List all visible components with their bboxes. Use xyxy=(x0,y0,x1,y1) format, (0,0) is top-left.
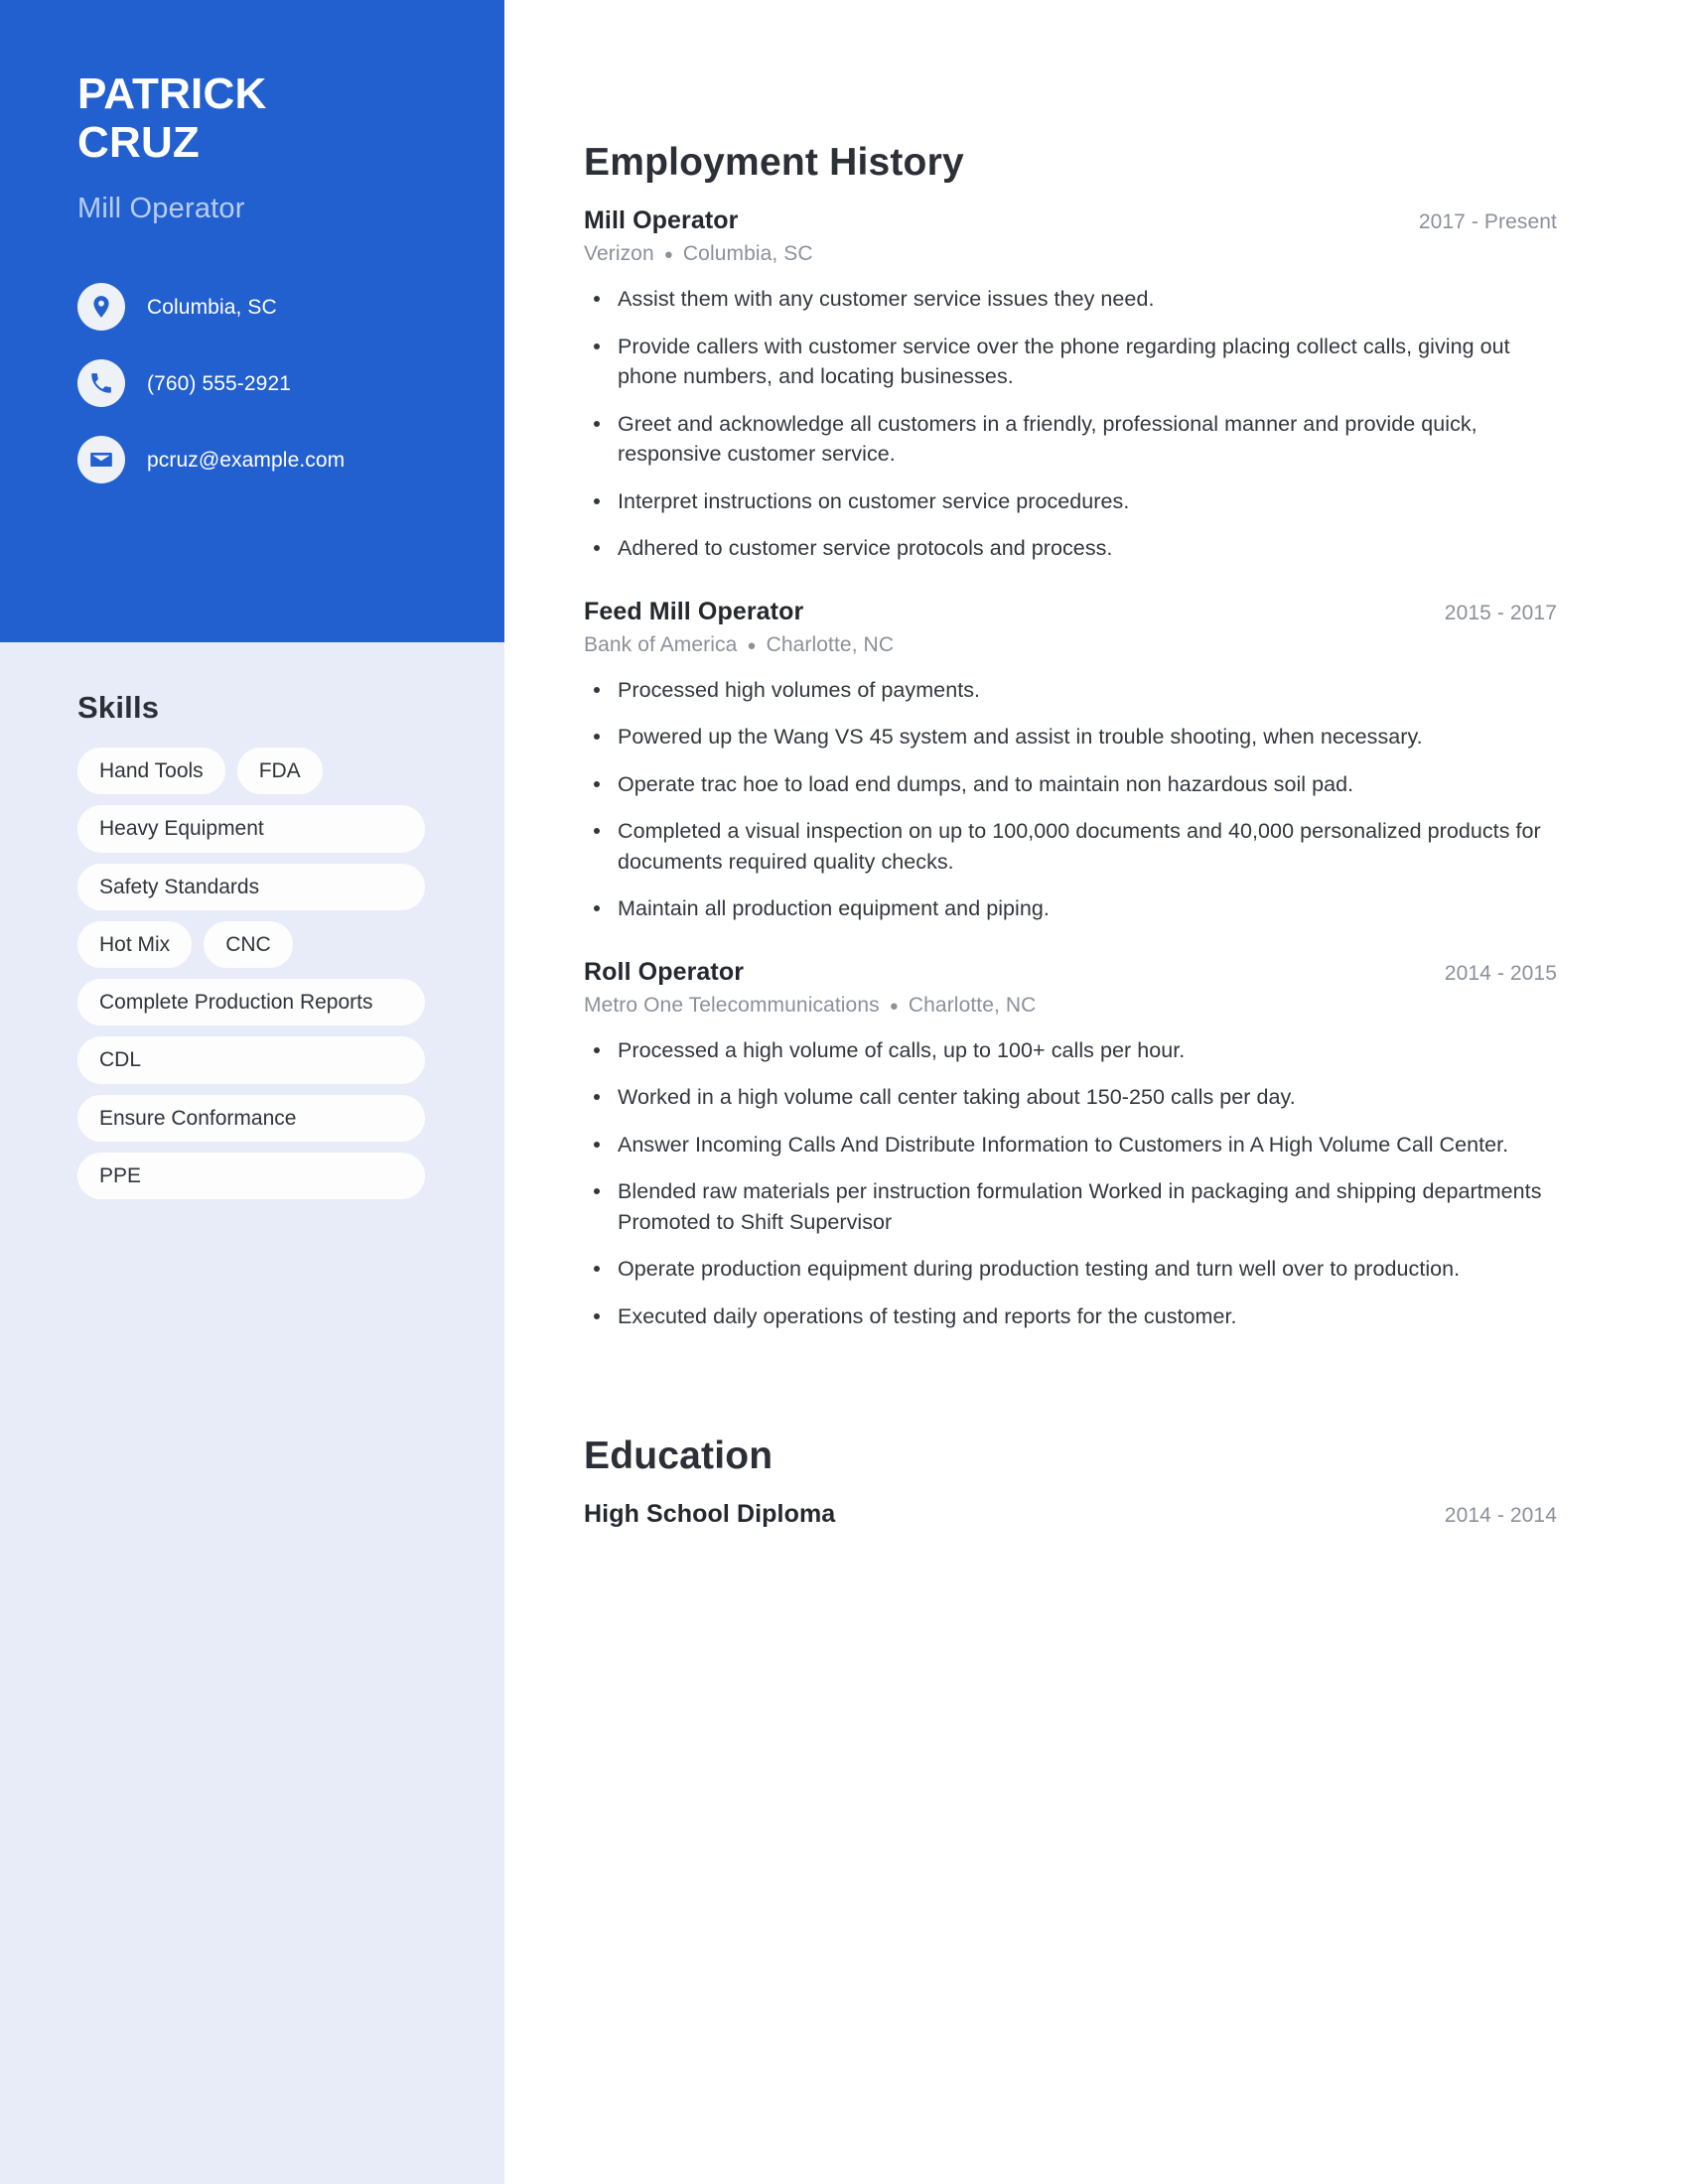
employment-dates: 2015 - 2017 xyxy=(1444,601,1557,624)
employment-bullet: Assist them with any customer service is… xyxy=(584,284,1557,315)
employment-bullet-list: Assist them with any customer service is… xyxy=(584,284,1557,564)
employment-bullet: Processed high volumes of payments. xyxy=(584,675,1557,706)
employment-entry: Feed Mill Operator 2015 - 2017 Bank of A… xyxy=(584,598,1557,924)
employment-bullet: Processed a high volume of calls, up to … xyxy=(584,1035,1557,1066)
employment-bullet: Executed daily operations of testing and… xyxy=(584,1301,1557,1332)
contact-phone-value: (760) 555-2921 xyxy=(147,371,292,395)
dot-separator-icon: ● xyxy=(747,636,757,654)
candidate-first-name: PATRICK xyxy=(77,69,267,118)
phone-icon xyxy=(77,359,125,408)
employment-location: Charlotte, NC xyxy=(766,632,895,656)
employment-location: Columbia, SC xyxy=(682,242,813,265)
skills-chip-list: Hand Tools FDA Heavy Equipment Safety St… xyxy=(77,748,425,1200)
contact-item-phone: (760) 555-2921 xyxy=(77,359,427,408)
dot-separator-icon: ● xyxy=(663,245,673,263)
employment-dates: 2017 - Present xyxy=(1418,210,1557,233)
map-pin-icon xyxy=(77,283,125,332)
envelope-icon xyxy=(77,436,125,484)
employment-bullet: Greet and acknowledge all customers in a… xyxy=(584,409,1557,470)
skills-heading: Skills xyxy=(77,690,160,725)
employment-entry-header: Roll Operator 2014 - 2015 xyxy=(584,958,1557,987)
employment-bullet: Provide callers with customer service ov… xyxy=(584,332,1557,392)
education-heading: Education xyxy=(584,1434,774,1478)
employment-bullet: Operate production equipment during prod… xyxy=(584,1254,1557,1285)
employment-bullet: Blended raw materials per instruction fo… xyxy=(584,1176,1557,1237)
skill-chip[interactable]: Complete Production Reports xyxy=(77,979,425,1026)
employment-company-location: Metro One Telecommunications ● Charlotte, … xyxy=(584,994,1557,1018)
main-content: Employment History Mill Operator 2017 - … xyxy=(504,0,1688,2184)
dot-separator-icon: ● xyxy=(889,997,899,1015)
sidebar: PATRICK CRUZ Mill Operator Columbia, SC xyxy=(0,0,504,2184)
employment-role: Mill Operator xyxy=(584,206,739,234)
sidebar-header: PATRICK CRUZ Mill Operator Columbia, SC xyxy=(0,0,504,642)
skill-chip[interactable]: Heavy Equipment xyxy=(77,805,425,853)
employment-role: Feed Mill Operator xyxy=(584,597,804,625)
employment-company: Bank of America xyxy=(584,632,738,656)
employment-bullet-list: Processed a high volume of calls, up to … xyxy=(584,1035,1557,1332)
employment-company-location: Bank of America ● Charlotte, NC xyxy=(584,633,1557,657)
candidate-job-title: Mill Operator xyxy=(77,192,245,224)
resume-page: PATRICK CRUZ Mill Operator Columbia, SC xyxy=(0,0,1688,2184)
employment-location: Charlotte, NC xyxy=(908,993,1037,1017)
employment-company-location: Verizon ● Columbia, SC xyxy=(584,242,1557,266)
contact-item-email: pcruz@example.com xyxy=(77,436,427,484)
employment-entry-header: Feed Mill Operator 2015 - 2017 xyxy=(584,598,1557,626)
employment-entry: Mill Operator 2017 - Present Verizon ● Col… xyxy=(584,206,1557,564)
education-dates: 2014 - 2014 xyxy=(1444,1504,1557,1528)
skill-chip[interactable]: Hot Mix xyxy=(77,920,193,969)
skill-chip[interactable]: Hand Tools xyxy=(77,748,225,795)
skills-section: Skills Hand Tools FDA Heavy Equipment Sa… xyxy=(0,642,504,1200)
employment-bullet-list: Processed high volumes of payments. Powe… xyxy=(584,675,1557,924)
employment-bullet: Worked in a high volume call center taki… xyxy=(584,1082,1557,1113)
employment-bullet: Adhered to customer service protocols an… xyxy=(584,533,1557,564)
employment-history-heading: Employment History xyxy=(584,141,964,184)
employment-bullet: Interpret instructions on customer servi… xyxy=(584,486,1557,517)
skill-chip[interactable]: FDA xyxy=(236,748,323,795)
contact-list: Columbia, SC (760) 555-2921 pcruz@exampl… xyxy=(77,283,427,484)
employment-entry-header: Mill Operator 2017 - Present xyxy=(584,206,1557,235)
employment-bullet: Maintain all production equipment and pi… xyxy=(584,893,1557,924)
employment-dates: 2014 - 2015 xyxy=(1444,961,1557,985)
contact-location-value: Columbia, SC xyxy=(147,295,277,319)
candidate-name: PATRICK CRUZ xyxy=(77,69,427,168)
skill-chip[interactable]: Safety Standards xyxy=(77,863,425,910)
employment-company: Metro One Telecommunications xyxy=(584,993,880,1017)
employment-bullet: Answer Incoming Calls And Distribute Inf… xyxy=(584,1130,1557,1160)
employment-company: Verizon xyxy=(584,242,654,265)
education-entry: High School Diploma 2014 - 2014 xyxy=(584,1500,1557,1529)
contact-item-location: Columbia, SC xyxy=(77,283,427,332)
skill-chip[interactable]: CNC xyxy=(204,920,293,969)
employment-role: Roll Operator xyxy=(584,957,745,986)
skill-chip[interactable]: CDL xyxy=(77,1036,425,1084)
employment-entry: Roll Operator 2014 - 2015 Metro One Tele… xyxy=(584,958,1557,1332)
employment-bullet: Operate trac hoe to load end dumps, and … xyxy=(584,769,1557,800)
skill-chip[interactable]: Ensure Conformance xyxy=(77,1094,425,1143)
employment-bullet: Completed a visual inspection on up to 1… xyxy=(584,816,1557,877)
candidate-last-name: CRUZ xyxy=(77,118,201,168)
skill-chip[interactable]: PPE xyxy=(77,1153,425,1200)
contact-email-value: pcruz@example.com xyxy=(147,448,346,472)
employment-bullet: Powered up the Wang VS 45 system and ass… xyxy=(584,722,1557,752)
education-degree: High School Diploma xyxy=(584,1500,836,1529)
